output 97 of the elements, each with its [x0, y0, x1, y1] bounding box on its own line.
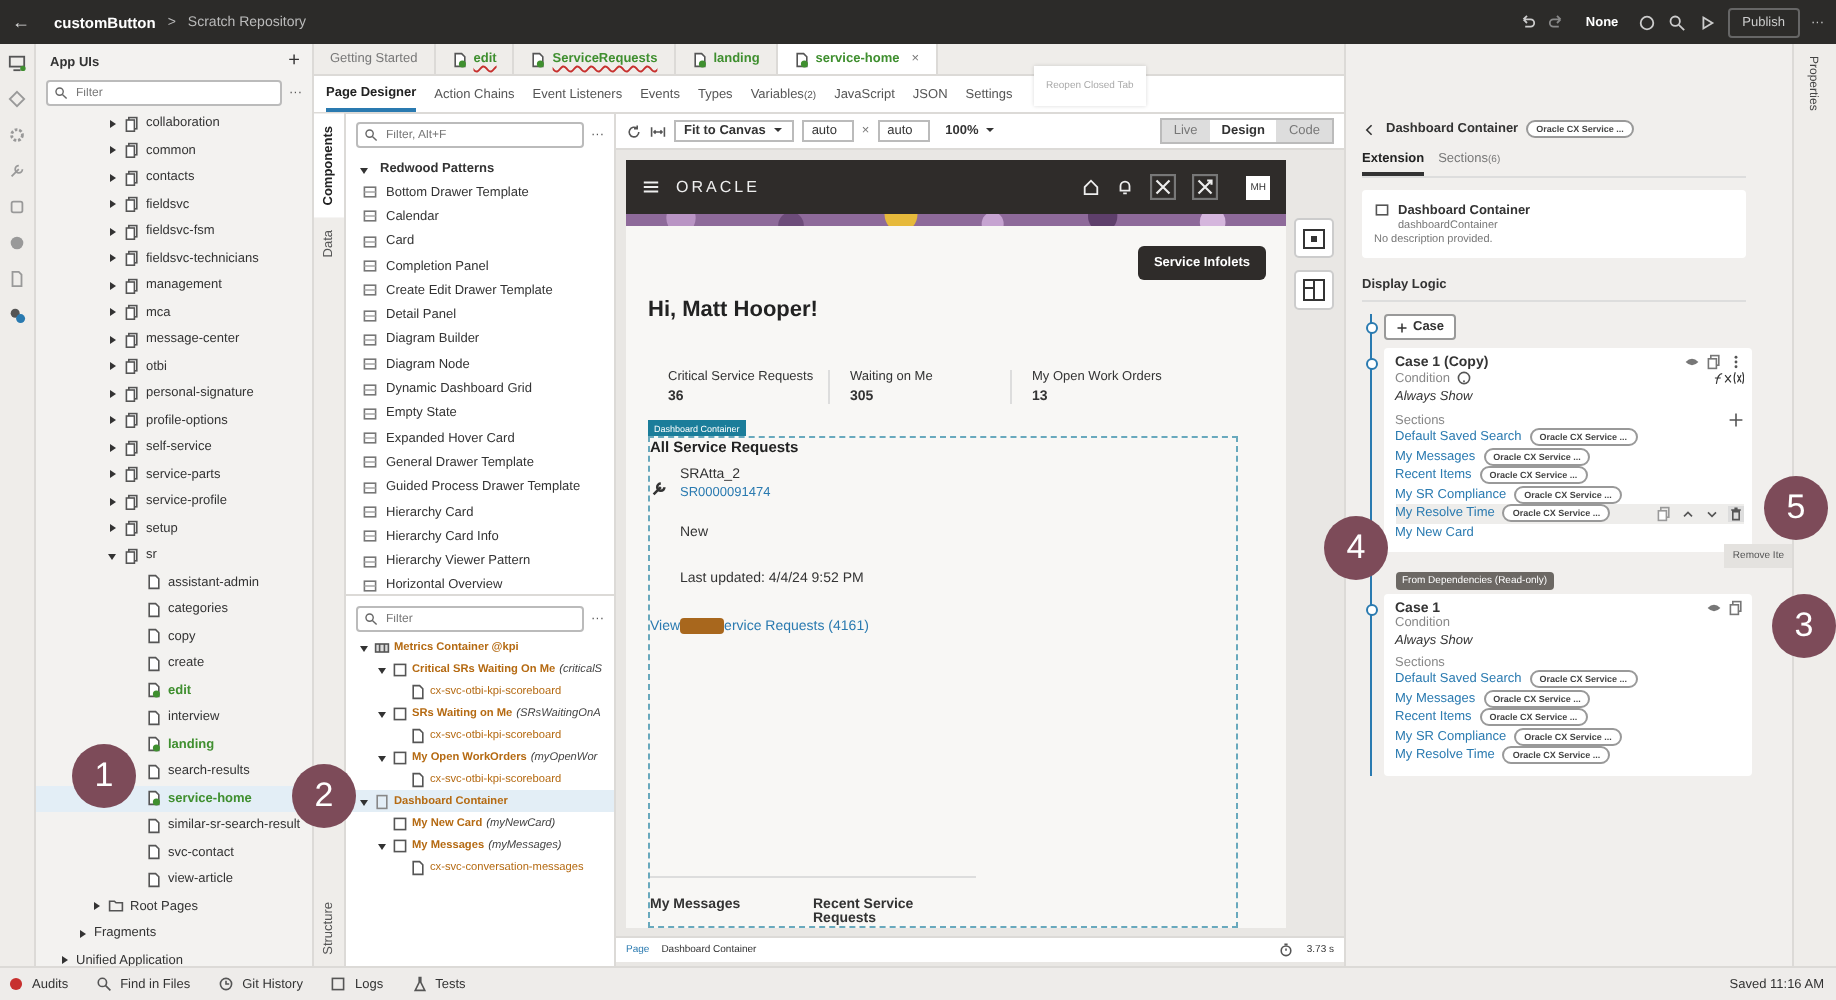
caret-icon[interactable]	[358, 641, 370, 653]
copy-icon[interactable]	[1728, 600, 1744, 616]
panel-icon	[1374, 202, 1390, 218]
page-icon	[793, 51, 810, 67]
eye-icon[interactable]	[1706, 600, 1722, 616]
greeting: Hi, Matt Hooper!	[648, 298, 820, 322]
help-icon[interactable]	[1455, 370, 1472, 386]
box-icon	[392, 837, 408, 853]
drag-badge	[680, 618, 725, 634]
caret-icon[interactable]	[358, 163, 370, 175]
calendar-icon[interactable]	[1294, 218, 1334, 258]
caret-icon[interactable]	[106, 495, 118, 508]
add-icon[interactable]	[1728, 412, 1744, 428]
panel-icon	[362, 553, 378, 570]
home-icon[interactable]	[1082, 178, 1101, 196]
plus-icon	[1395, 321, 1407, 333]
redo-icon[interactable]	[1547, 13, 1566, 31]
layout-icon[interactable]	[1294, 270, 1334, 310]
panel-icon	[362, 454, 378, 471]
brand-logo: ORACLE	[676, 178, 760, 196]
monitor-icon[interactable]	[8, 54, 26, 72]
panel-icon	[362, 504, 378, 520]
page-icon	[410, 727, 426, 743]
expand-width-icon[interactable]	[650, 123, 666, 139]
caret-icon[interactable]	[106, 522, 118, 535]
function-icon[interactable]	[1712, 370, 1744, 386]
caret-icon[interactable]	[106, 468, 118, 481]
panel-icon	[362, 331, 378, 348]
folder-icon	[108, 898, 124, 915]
caret-icon[interactable]	[106, 171, 118, 184]
page-icon	[410, 859, 426, 875]
menu-icon[interactable]	[642, 178, 660, 196]
panel-icon	[362, 405, 378, 422]
back-icon[interactable]	[1362, 121, 1378, 137]
caret-icon[interactable]	[376, 707, 388, 719]
clock-icon	[218, 976, 235, 992]
copy-icon[interactable]	[1706, 354, 1722, 370]
page-icon	[451, 51, 468, 67]
panel-icon	[362, 307, 378, 324]
caret-icon	[984, 124, 997, 137]
undo-icon[interactable]	[1517, 13, 1536, 31]
bell-icon[interactable]	[1116, 178, 1135, 196]
components-icon[interactable]	[8, 306, 26, 324]
caret-icon[interactable]	[106, 360, 118, 373]
search-icon[interactable]	[1668, 13, 1687, 31]
log-icon	[330, 976, 347, 992]
panel-icon	[362, 430, 378, 447]
caret-icon[interactable]	[106, 144, 118, 157]
timer-icon	[1278, 942, 1295, 958]
caret-icon[interactable]	[106, 414, 118, 427]
panel-icon	[374, 793, 390, 809]
caret-icon[interactable]	[376, 751, 388, 763]
panel-icon	[362, 356, 378, 373]
grid-icon	[374, 639, 390, 655]
caret-icon[interactable]	[106, 333, 118, 346]
back-button[interactable]: ←	[12, 12, 30, 32]
page-icon	[410, 683, 426, 699]
eye-icon[interactable]	[1684, 354, 1700, 370]
copy-icon[interactable]	[1656, 505, 1672, 522]
page-icon	[691, 51, 708, 67]
box-icon	[392, 661, 408, 677]
caret-icon[interactable]	[376, 663, 388, 675]
panel-icon	[362, 184, 378, 201]
panel-icon	[362, 577, 378, 594]
caret-icon	[771, 124, 784, 137]
wrench-icon	[650, 480, 668, 498]
caret-icon[interactable]	[376, 839, 388, 851]
panel-icon	[362, 479, 378, 496]
caret-icon[interactable]	[106, 279, 118, 292]
page-icon	[530, 51, 547, 67]
panel-icon	[362, 282, 378, 299]
caret-icon[interactable]	[106, 306, 118, 319]
panel-icon	[362, 528, 378, 545]
caret-icon[interactable]	[106, 549, 118, 562]
box-icon	[392, 749, 408, 765]
search-icon	[96, 976, 113, 992]
error-icon	[8, 976, 24, 992]
caret-icon[interactable]	[106, 252, 118, 265]
caret-icon[interactable]	[106, 225, 118, 238]
box-icon	[392, 705, 408, 721]
caret-icon[interactable]	[106, 441, 118, 454]
caret-icon[interactable]	[106, 387, 118, 400]
panel-icon	[362, 233, 378, 250]
panel-icon	[362, 258, 378, 275]
play-icon[interactable]	[1698, 13, 1717, 31]
panel-icon	[362, 381, 378, 398]
trash-icon[interactable]	[1728, 505, 1744, 522]
panel-icon	[362, 208, 378, 225]
caret-icon[interactable]	[106, 198, 118, 211]
flask-icon	[411, 976, 428, 992]
caret-icon[interactable]	[106, 117, 118, 130]
refresh-icon[interactable]	[626, 123, 642, 139]
caret-icon[interactable]	[90, 900, 102, 913]
add-button[interactable]: +	[288, 54, 300, 70]
box-icon	[392, 815, 408, 831]
caret-icon[interactable]	[358, 795, 370, 807]
caret-icon[interactable]	[76, 927, 88, 940]
